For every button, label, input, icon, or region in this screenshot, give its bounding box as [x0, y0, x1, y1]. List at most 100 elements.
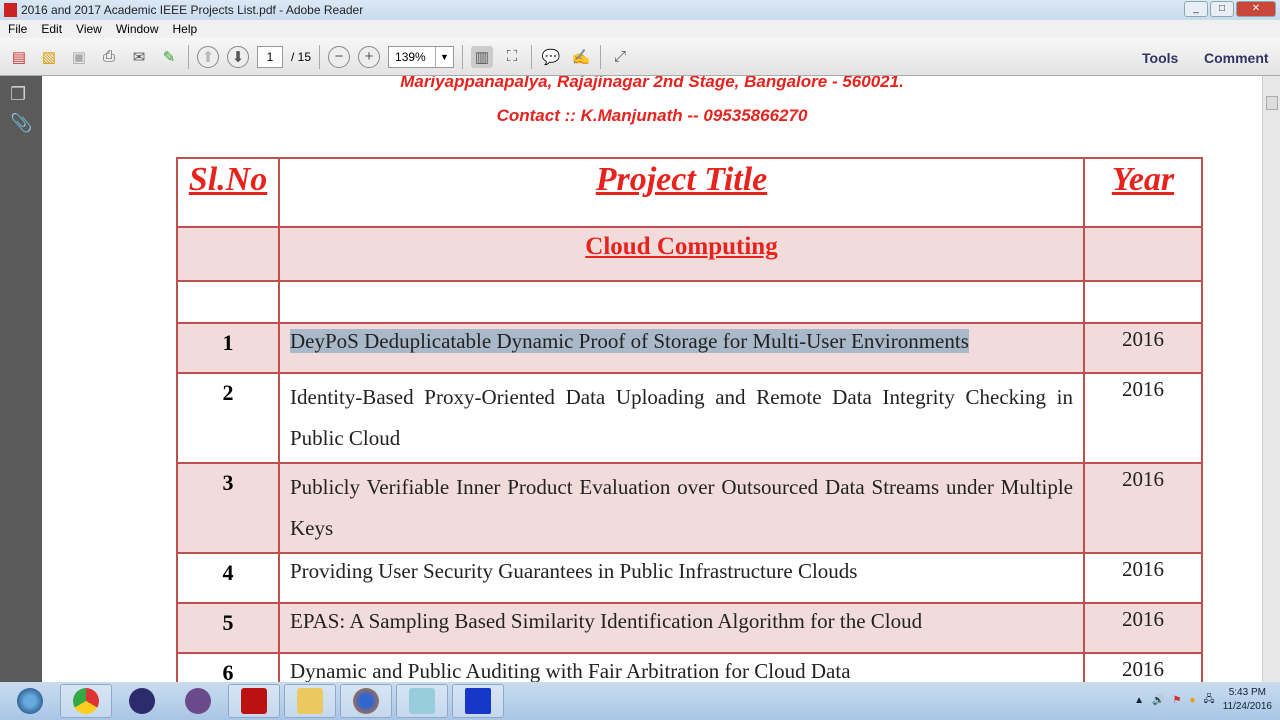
table-row: 3 Publicly Verifiable Inner Product Eval… — [176, 462, 1203, 554]
page-total: / 15 — [291, 49, 312, 64]
table-header: Sl.No Project Title Year — [176, 157, 1203, 228]
divider — [188, 44, 189, 69]
firefox-taskbar-icon[interactable] — [340, 684, 392, 718]
taskbar — [0, 682, 1280, 720]
empty-cell — [176, 226, 280, 282]
row-title: Identity-Based Proxy-Oriented Data Uploa… — [278, 372, 1085, 464]
row-year: 2016 — [1083, 652, 1203, 682]
divider — [462, 44, 464, 69]
row-year: 2016 — [1083, 322, 1203, 374]
row-number: 2 — [176, 372, 280, 464]
divider — [319, 44, 321, 69]
window-title: 2016 and 2017 Academic IEEE Projects Lis… — [21, 3, 364, 17]
menu-edit[interactable]: Edit — [41, 22, 62, 36]
empty-cell — [1083, 280, 1203, 324]
table-row: 1 DeyPoS Deduplicatable Dynamic Proof of… — [176, 322, 1203, 374]
address-text: Mariyappanapalya, Rajajinagar 2nd Stage,… — [400, 76, 904, 91]
menu-window[interactable]: Window — [116, 22, 159, 36]
zoom-value: 139% — [395, 49, 426, 64]
row-year: 2016 — [1083, 552, 1203, 604]
attachments-icon[interactable]: 📎 — [10, 113, 42, 134]
empty-cell — [1083, 226, 1203, 282]
menu-view[interactable]: View — [76, 22, 102, 36]
navigation-panel: ❐ 📎 — [0, 76, 42, 682]
highlight-icon[interactable]: ✍ — [570, 46, 592, 68]
row-number: 5 — [176, 602, 280, 654]
menu-file[interactable]: File — [8, 22, 27, 36]
row-title: Providing User Security Guarantees in Pu… — [278, 552, 1085, 604]
row-number: 6 — [176, 652, 280, 682]
create-pdf-icon[interactable]: ▤ — [8, 46, 30, 68]
chrome-taskbar-icon[interactable] — [60, 684, 112, 718]
clock-time: 5:43 PM — [1228, 687, 1266, 698]
tools-button[interactable]: Tools — [1142, 50, 1178, 66]
chevron-down-icon[interactable]: ▼ — [435, 46, 453, 67]
save-icon[interactable]: ▣ — [68, 46, 90, 68]
show-hidden-icons[interactable]: ▲ — [1134, 695, 1144, 706]
adobe-reader-icon — [4, 3, 17, 17]
vertical-scrollbar[interactable] — [1262, 76, 1280, 682]
header-title: Project Title — [278, 157, 1085, 228]
row-title: Dynamic and Public Auditing with Fair Ar… — [278, 652, 1085, 682]
divider — [600, 44, 602, 69]
next-page-icon[interactable]: ⬇ — [227, 45, 249, 68]
category-title: Cloud Computing — [278, 226, 1085, 282]
start-button[interactable] — [4, 684, 56, 718]
eclipse-alt-taskbar-icon[interactable] — [172, 684, 224, 718]
row-year: 2016 — [1083, 602, 1203, 654]
minimize-button[interactable]: _ — [1184, 1, 1208, 17]
action-center-icon[interactable]: ⚑ — [1173, 695, 1182, 706]
toolbar: ▤ ▧ ▣ ⎙ ✉ ✎ ⬆ ⬇ 1 / 15 − + 139% ▼ ▥ ⛶ 💬 ✍… — [0, 38, 1280, 76]
close-button[interactable]: ✕ — [1236, 1, 1276, 17]
maximize-button[interactable]: □ — [1210, 1, 1234, 17]
adobe-reader-taskbar-icon[interactable] — [228, 684, 280, 718]
row-year: 2016 — [1083, 462, 1203, 554]
header-slno: Sl.No — [176, 157, 280, 228]
fit-page-icon[interactable]: ▥ — [471, 45, 494, 68]
table-row: 4 Providing User Security Guarantees in … — [176, 552, 1203, 604]
open-icon[interactable]: ▧ — [38, 46, 60, 68]
selected-text[interactable]: DeyPoS Deduplicatable Dynamic Proof of S… — [290, 329, 969, 353]
table-row: 2 Identity-Based Proxy-Oriented Data Upl… — [176, 372, 1203, 464]
notepad-taskbar-icon[interactable] — [396, 684, 448, 718]
row-title: EPAS: A Sampling Based Similarity Identi… — [278, 602, 1085, 654]
projects-table: Sl.No Project Title Year Cloud Computing… — [176, 157, 1203, 682]
document-view[interactable]: Mariyappanapalya, Rajajinagar 2nd Stage,… — [42, 76, 1262, 682]
file-explorer-taskbar-icon[interactable] — [284, 684, 336, 718]
system-tray: ▲ 🔊 ⚑ ● 🖧 5:43 PM 11/24/2016 — [1134, 686, 1272, 714]
menu-help[interactable]: Help — [173, 22, 198, 36]
zoom-in-icon[interactable]: + — [358, 45, 381, 68]
row-title: Publicly Verifiable Inner Product Evalua… — [278, 462, 1085, 554]
row-title[interactable]: DeyPoS Deduplicatable Dynamic Proof of S… — [278, 322, 1085, 374]
category-row: Cloud Computing — [176, 226, 1203, 282]
update-icon[interactable]: ● — [1189, 695, 1195, 706]
empty-cell — [176, 280, 280, 324]
scrollbar-thumb[interactable] — [1266, 96, 1278, 110]
zoom-out-icon[interactable]: − — [328, 45, 351, 68]
previous-page-icon[interactable]: ⬆ — [197, 45, 219, 68]
clock[interactable]: 5:43 PM 11/24/2016 — [1223, 686, 1272, 714]
volume-icon[interactable]: 🔊 — [1152, 695, 1164, 706]
network-icon[interactable]: 🖧 — [1204, 692, 1215, 709]
contact-text: Contact :: K.Manjunath -- 09535866270 — [496, 106, 808, 125]
print-icon[interactable]: ⎙ — [98, 46, 120, 68]
divider — [531, 44, 533, 69]
page-number-input[interactable]: 1 — [257, 45, 283, 68]
menu-bar: File Edit View Window Help — [0, 20, 1280, 38]
empty-cell — [278, 280, 1085, 324]
row-year: 2016 — [1083, 372, 1203, 464]
fit-width-icon[interactable]: ⛶ — [501, 46, 523, 68]
title-bar: 2016 and 2017 Academic IEEE Projects Lis… — [0, 0, 1280, 20]
row-number: 4 — [176, 552, 280, 604]
eclipse-taskbar-icon[interactable] — [116, 684, 168, 718]
zoom-select[interactable]: 139% ▼ — [388, 45, 455, 68]
sticky-note-icon[interactable]: 💬 — [540, 46, 562, 68]
full-screen-icon[interactable]: ⤢ — [609, 46, 631, 68]
comment-button[interactable]: Comment — [1204, 50, 1269, 66]
clock-date: 11/24/2016 — [1222, 701, 1272, 712]
app-taskbar-icon[interactable] — [452, 684, 504, 718]
pages-icon[interactable]: ❐ — [10, 84, 42, 105]
email-icon[interactable]: ✉ — [128, 46, 150, 68]
edit-icon[interactable]: ✎ — [158, 46, 180, 68]
header-year: Year — [1083, 157, 1203, 228]
